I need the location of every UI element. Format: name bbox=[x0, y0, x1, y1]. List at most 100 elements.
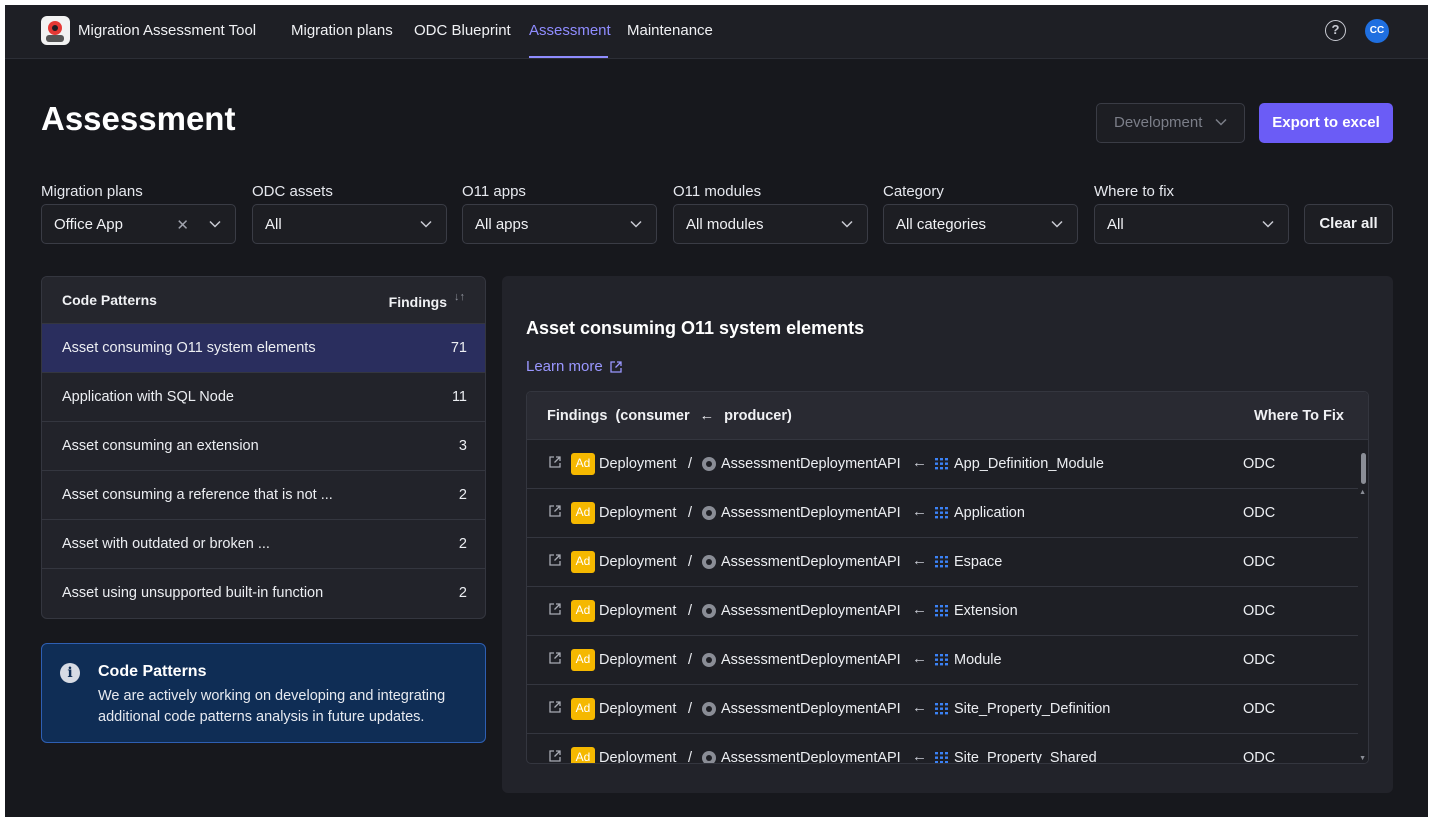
nav-maintenance[interactable]: Maintenance bbox=[627, 22, 713, 39]
page-title: Assessment bbox=[41, 100, 236, 137]
filter-category[interactable]: All categories bbox=[883, 204, 1078, 244]
filter-where-to-fix[interactable]: All bbox=[1094, 204, 1289, 244]
top-bar: Migration Assessment Tool Migration plan… bbox=[5, 5, 1428, 59]
pattern-row[interactable]: Asset consuming a reference that is not … bbox=[42, 471, 485, 520]
table-entity-icon bbox=[935, 458, 948, 470]
open-link-icon[interactable] bbox=[548, 455, 562, 469]
app-logo-icon[interactable] bbox=[41, 16, 70, 45]
pattern-row[interactable]: Asset consuming O11 system elements 71 bbox=[42, 324, 485, 373]
open-link-icon[interactable] bbox=[548, 553, 562, 567]
module-icon bbox=[702, 702, 716, 716]
finding-row[interactable]: Ad Deployment / AssessmentDeploymentAPI … bbox=[527, 440, 1360, 489]
pattern-row[interactable]: Asset with outdated or broken ... 2 bbox=[42, 520, 485, 569]
chevron-down-icon bbox=[630, 220, 642, 228]
consumer-app: Deployment bbox=[599, 603, 677, 619]
external-link-icon[interactable] bbox=[609, 360, 623, 374]
pattern-label: Asset consuming an extension bbox=[62, 438, 259, 454]
finding-row[interactable]: Ad Deployment / AssessmentDeploymentAPI … bbox=[527, 636, 1360, 685]
column-header-findings: Findings (consumer ← producer) bbox=[547, 408, 792, 424]
app-badge-icon: Ad bbox=[571, 649, 595, 671]
clear-all-button[interactable]: Clear all bbox=[1304, 204, 1393, 244]
nav-odc-blueprint[interactable]: ODC Blueprint bbox=[414, 22, 511, 39]
where-to-fix-value: ODC bbox=[1243, 652, 1276, 668]
open-link-icon[interactable] bbox=[548, 602, 562, 616]
pattern-label: Application with SQL Node bbox=[62, 389, 234, 405]
producer-element: Extension bbox=[954, 603, 1018, 619]
pattern-count: 71 bbox=[450, 340, 467, 356]
info-title: Code Patterns bbox=[98, 663, 207, 680]
app-badge-icon: Ad bbox=[571, 453, 595, 475]
pattern-row[interactable]: Application with SQL Node 11 bbox=[42, 373, 485, 422]
path-separator: / bbox=[688, 505, 693, 521]
clear-selection-icon[interactable]: ✕ bbox=[176, 216, 189, 234]
filter-value: Office App bbox=[54, 216, 123, 233]
pattern-label: Asset consuming a reference that is not … bbox=[62, 487, 333, 503]
filter-value: All apps bbox=[475, 216, 529, 233]
nav-migration-plans[interactable]: Migration plans bbox=[291, 22, 393, 39]
filter-migration-plans[interactable]: Office App ✕ bbox=[41, 204, 236, 244]
learn-more-link[interactable]: Learn more bbox=[526, 358, 603, 375]
code-patterns-panel: Code Patterns Findings ↓↑ Asset consumin… bbox=[41, 276, 486, 619]
app-badge-icon: Ad bbox=[571, 551, 595, 573]
where-to-fix-value: ODC bbox=[1243, 554, 1276, 570]
finding-row[interactable]: Ad Deployment / AssessmentDeploymentAPI … bbox=[527, 538, 1360, 587]
scroll-down-icon[interactable]: ▼ bbox=[1359, 755, 1366, 762]
where-to-fix-value: ODC bbox=[1243, 505, 1276, 521]
finding-row[interactable]: Ad Deployment / AssessmentDeploymentAPI … bbox=[527, 587, 1360, 636]
user-avatar[interactable]: CC bbox=[1365, 19, 1389, 43]
sort-icon[interactable]: ↓↑ bbox=[454, 291, 465, 303]
filter-label-where-to-fix: Where to fix bbox=[1094, 183, 1175, 200]
filter-value: All categories bbox=[896, 216, 987, 233]
scrollbar-thumb[interactable] bbox=[1361, 453, 1366, 484]
module-icon bbox=[702, 751, 716, 763]
module-icon bbox=[702, 604, 716, 618]
open-link-icon[interactable] bbox=[548, 749, 562, 763]
finding-row[interactable]: Ad Deployment / AssessmentDeploymentAPI … bbox=[527, 734, 1360, 763]
app-title[interactable]: Migration Assessment Tool bbox=[78, 22, 256, 39]
column-header-where-to-fix: Where To Fix bbox=[1254, 408, 1344, 424]
open-link-icon[interactable] bbox=[548, 504, 562, 518]
environment-select[interactable]: Development bbox=[1096, 103, 1245, 143]
open-link-icon[interactable] bbox=[548, 651, 562, 665]
pattern-row[interactable]: Asset consuming an extension 3 bbox=[42, 422, 485, 471]
producer-element: Espace bbox=[954, 554, 1003, 570]
table-entity-icon bbox=[935, 752, 948, 763]
open-link-icon[interactable] bbox=[548, 700, 562, 714]
where-to-fix-value: ODC bbox=[1243, 456, 1276, 472]
findings-header-label[interactable]: Findings bbox=[389, 294, 447, 310]
filter-o11-modules[interactable]: All modules bbox=[673, 204, 868, 244]
app-badge-icon: Ad bbox=[571, 747, 595, 763]
path-separator: / bbox=[688, 554, 693, 570]
filter-value: All bbox=[265, 216, 282, 233]
pattern-row[interactable]: Asset using unsupported built-in functio… bbox=[42, 569, 485, 618]
finding-row[interactable]: Ad Deployment / AssessmentDeploymentAPI … bbox=[527, 685, 1360, 734]
app-badge-icon: Ad bbox=[571, 698, 595, 720]
pattern-count: 2 bbox=[458, 585, 467, 601]
filter-label-odc-assets: ODC assets bbox=[252, 183, 333, 200]
consumer-app: Deployment bbox=[599, 505, 677, 521]
consumer-module: AssessmentDeploymentAPI bbox=[721, 456, 901, 472]
filter-odc-assets[interactable]: All bbox=[252, 204, 447, 244]
help-icon[interactable]: ? bbox=[1325, 20, 1346, 41]
filter-o11-apps[interactable]: All apps bbox=[462, 204, 657, 244]
pattern-label: Asset consuming O11 system elements bbox=[62, 340, 316, 356]
path-separator: / bbox=[688, 701, 693, 717]
scroll-up-icon[interactable]: ▲ bbox=[1359, 489, 1366, 496]
consumer-module: AssessmentDeploymentAPI bbox=[721, 554, 901, 570]
nav-assessment[interactable]: Assessment bbox=[529, 22, 611, 39]
export-to-excel-button[interactable]: Export to excel bbox=[1259, 103, 1393, 143]
chevron-down-icon bbox=[1262, 220, 1274, 228]
table-entity-icon bbox=[935, 703, 948, 715]
arrow-left-icon: ← bbox=[912, 601, 927, 618]
filter-value: All bbox=[1107, 216, 1124, 233]
filter-label-o11-apps: O11 apps bbox=[462, 183, 526, 200]
table-entity-icon bbox=[935, 654, 948, 666]
scrollbar[interactable]: ▲ ▼ bbox=[1358, 440, 1368, 763]
consumer-module: AssessmentDeploymentAPI bbox=[721, 505, 901, 521]
producer-element: Module bbox=[954, 652, 1002, 668]
module-icon bbox=[702, 506, 716, 520]
chevron-down-icon bbox=[1051, 220, 1063, 228]
chevron-down-icon bbox=[420, 220, 432, 228]
finding-row[interactable]: Ad Deployment / AssessmentDeploymentAPI … bbox=[527, 489, 1360, 538]
findings-table-header: Findings (consumer ← producer) Where To … bbox=[527, 392, 1368, 440]
